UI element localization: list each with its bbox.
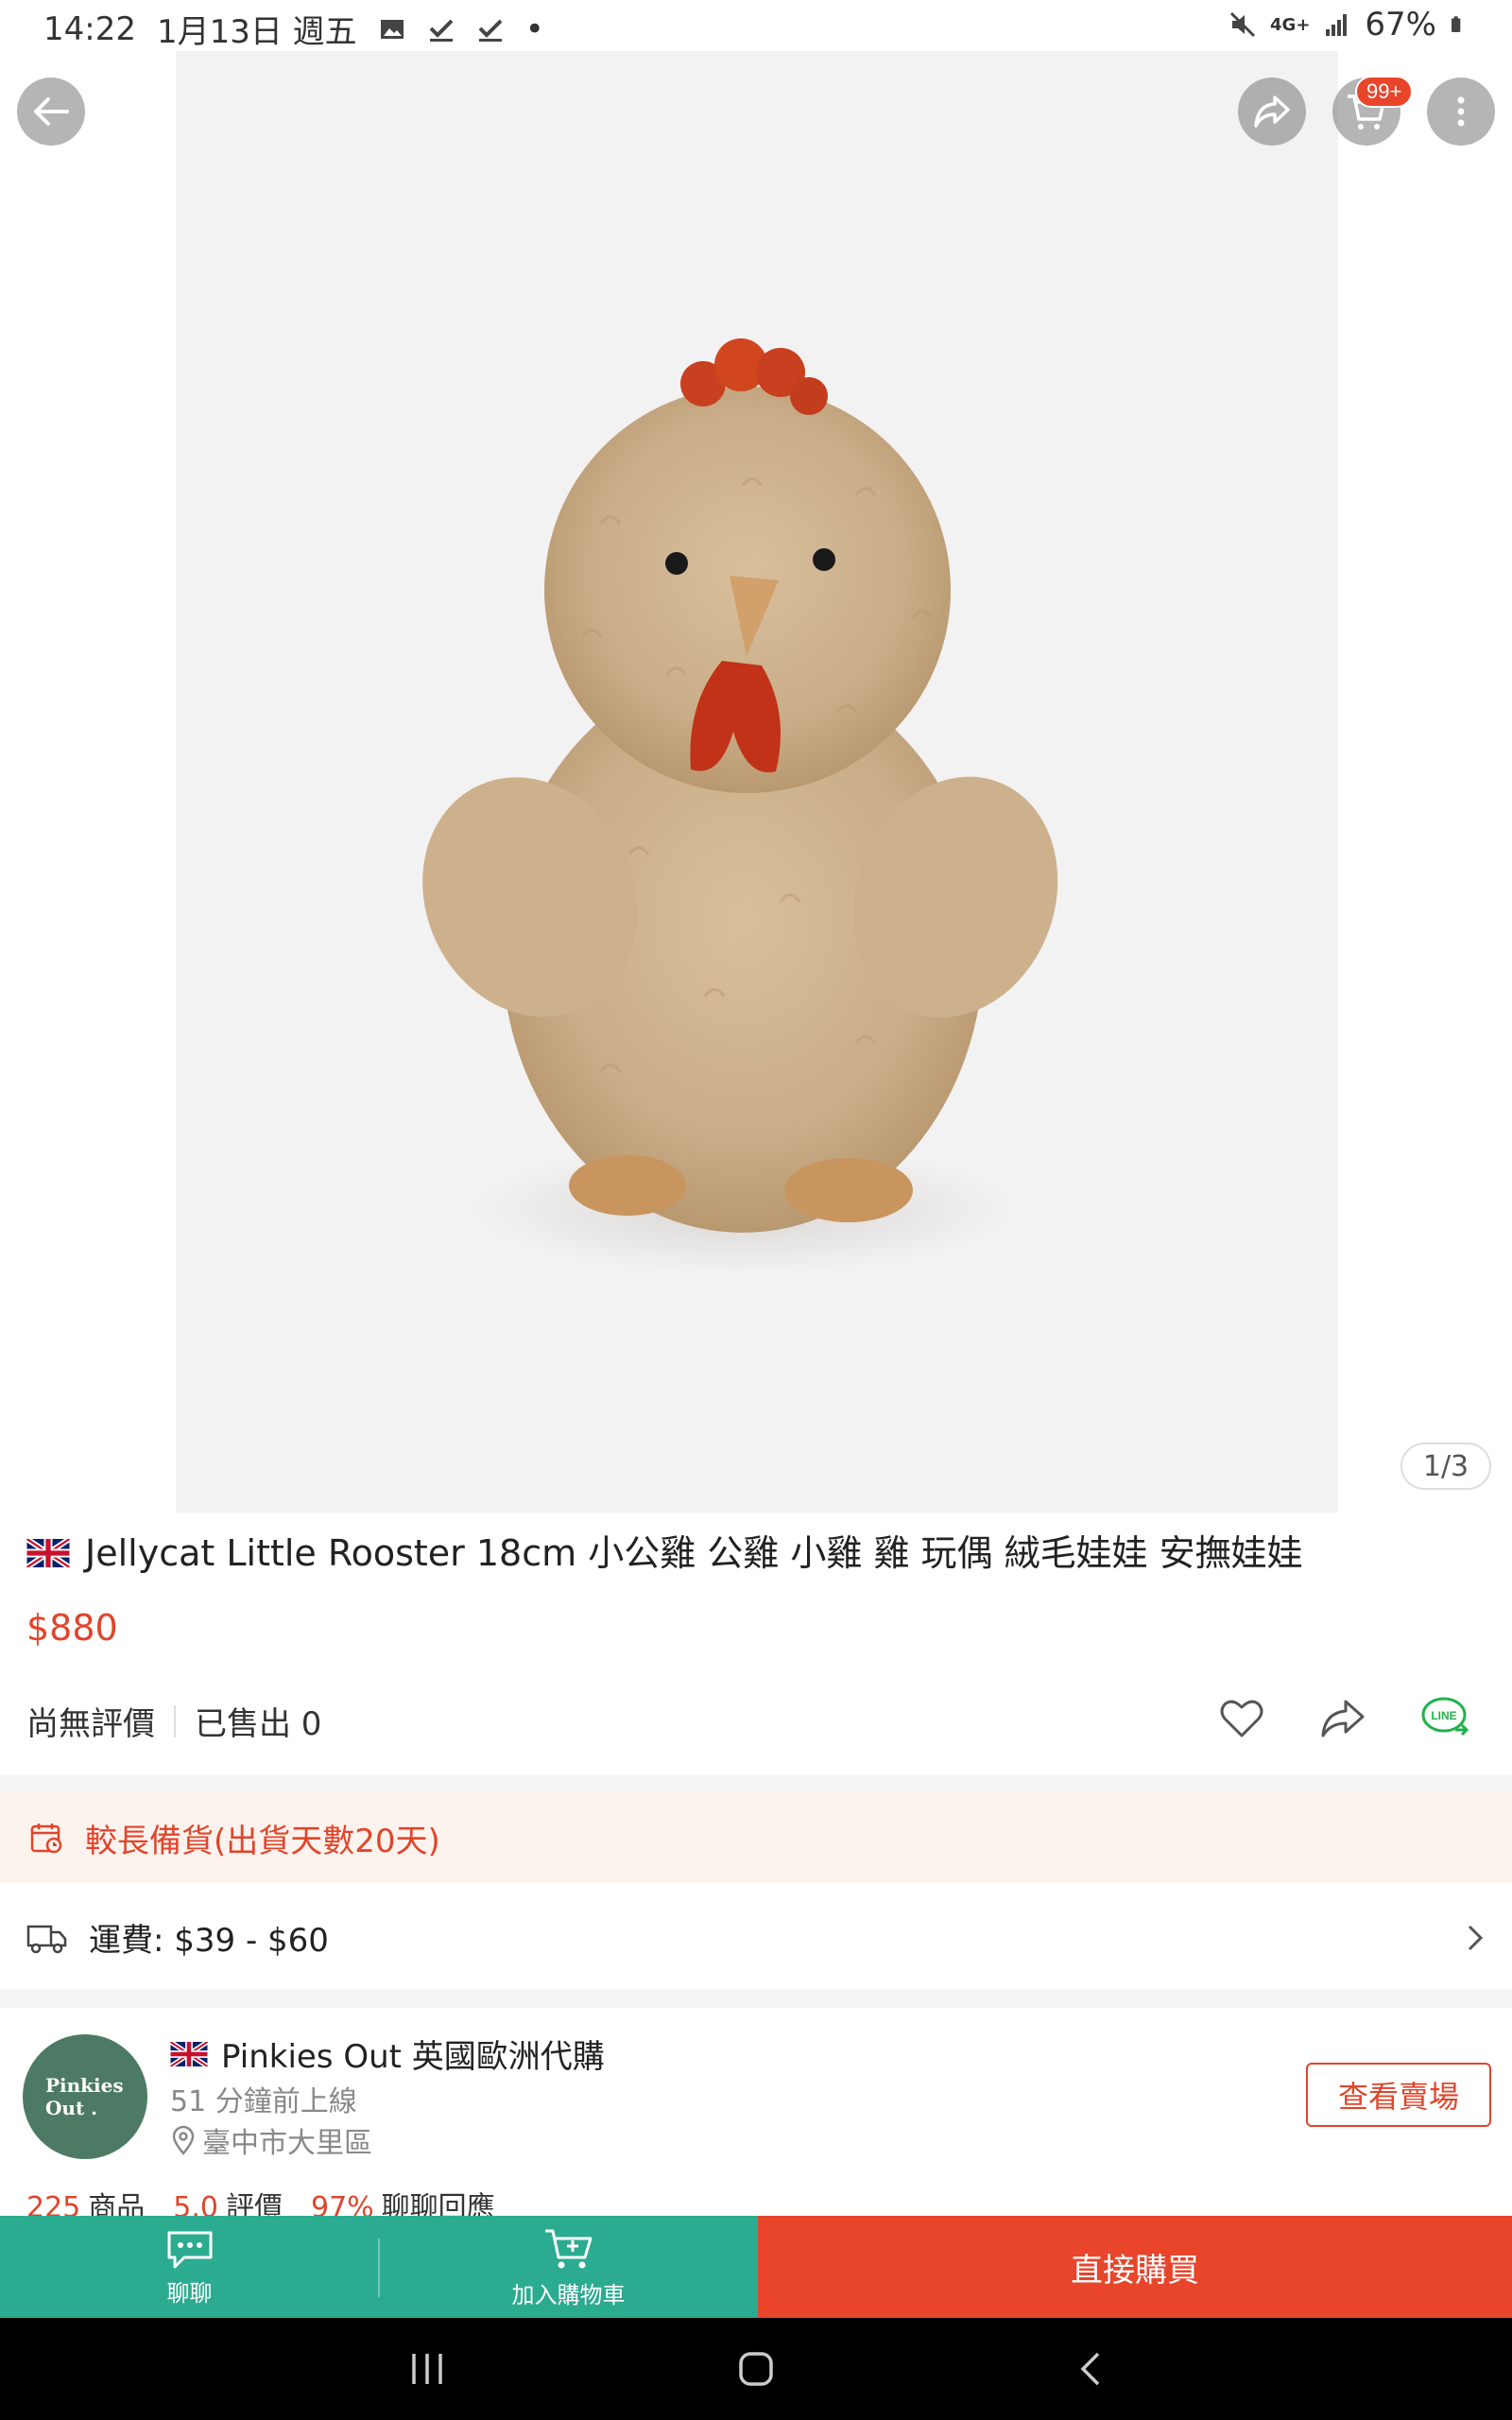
buy-now-button[interactable]: 直接購買	[758, 2216, 1512, 2318]
share-arrow-icon	[1254, 95, 1290, 128]
chat-bubble-icon	[167, 2231, 212, 2268]
share-icon[interactable]	[1317, 1694, 1368, 1743]
shop-logo-text: Pinkies	[45, 2074, 124, 2097]
status-time: 14:22	[43, 9, 136, 48]
line-share-icon[interactable]: LINE	[1419, 1694, 1474, 1743]
gallery-notification-icon	[380, 19, 404, 39]
shop-location-row: 臺中市大里區	[170, 2119, 372, 2161]
cart-count-badge: 99+	[1355, 76, 1414, 108]
bottom-bar-divider	[378, 2238, 380, 2297]
uk-flag-icon	[26, 1539, 70, 1567]
product-title: Jellycat Little Rooster 18cm 小公雞 公雞 小雞 雞…	[85, 1532, 1303, 1574]
share-button[interactable]	[1238, 78, 1306, 146]
add-to-cart-label: 加入購物車	[511, 2281, 626, 2308]
shop-logo[interactable]: Pinkies Out .	[23, 2034, 147, 2159]
status-bar: 14:22 1月13日 週五 • 4G+ 67%	[0, 0, 1512, 51]
rating-text[interactable]: 尚無評價	[26, 1698, 155, 1744]
truck-icon	[26, 1925, 67, 1954]
back-button[interactable]	[17, 78, 85, 146]
rooster-plush-illustration	[422, 338, 1058, 1275]
section-divider	[0, 1775, 1512, 1792]
chat-button[interactable]: 聊聊	[0, 2216, 379, 2318]
more-notifications-dot: •	[524, 9, 544, 48]
meta-divider	[174, 1704, 176, 1737]
chevron-right-icon	[1468, 1925, 1484, 1951]
system-nav-bar	[0, 2318, 1512, 2420]
svg-text:LINE: LINE	[1431, 1709, 1456, 1722]
image-page-counter: 1/3	[1400, 1443, 1491, 1490]
shop-last-online: 51 分鐘前上線	[170, 2085, 357, 2118]
product-image[interactable]	[176, 51, 1338, 1512]
arrow-left-icon	[34, 97, 69, 126]
shop-name: Pinkies Out 英國歐洲代購	[221, 2038, 605, 2076]
battery-percent: 67%	[1365, 6, 1436, 43]
home-icon[interactable]	[735, 2346, 777, 2392]
view-shop-button[interactable]: 查看賣場	[1306, 2063, 1491, 2127]
shipping-fee: 運費: $39 - $60	[89, 1921, 329, 1960]
location-pin-icon	[172, 2125, 195, 2155]
signal-icon	[1326, 14, 1348, 36]
product-title-row: Jellycat Little Rooster 18cm 小公雞 公雞 小雞 雞…	[26, 1528, 1482, 1579]
check-notification-icon	[478, 19, 503, 42]
bottom-action-bar: 聊聊 加入購物車 直接購買	[0, 2216, 1512, 2318]
more-vertical-icon	[1457, 96, 1465, 127]
heart-icon[interactable]	[1217, 1694, 1266, 1743]
product-gallery[interactable]: 99+ 1/3	[0, 51, 1512, 1512]
battery-icon	[1452, 16, 1461, 32]
shop-logo-text: Out .	[45, 2097, 98, 2119]
check-notification-icon	[429, 19, 454, 42]
add-to-cart-icon	[544, 2229, 592, 2268]
section-divider	[0, 1989, 1512, 2008]
network-type: 4G+	[1270, 14, 1311, 35]
shop-card: Pinkies Out . Pinkies Out 英國歐洲代購 51 分鐘前上…	[0, 2008, 1512, 2224]
sold-count: 已售出 0	[195, 1705, 322, 1743]
back-nav-icon[interactable]	[1072, 2346, 1113, 2392]
recent-apps-icon[interactable]	[406, 2346, 448, 2392]
chat-label: 聊聊	[166, 2279, 213, 2307]
shop-location: 臺中市大里區	[202, 2127, 372, 2160]
preorder-notice-text: 較長備貨(出貨天數20天)	[85, 1822, 440, 1860]
mute-icon	[1229, 11, 1256, 38]
product-meta: 尚無評價 已售出 0	[26, 1698, 321, 1744]
status-date: 1月13日 週五	[156, 13, 357, 51]
more-options-button[interactable]	[1427, 78, 1495, 146]
bottom-bar-secondary: 聊聊 加入購物車	[0, 2216, 758, 2318]
calendar-clock-icon	[30, 1824, 62, 1854]
shipping-row[interactable]: 運費: $39 - $60	[0, 1885, 1512, 1989]
uk-flag-icon	[170, 2041, 208, 2066]
product-actions: LINE	[1217, 1694, 1474, 1743]
preorder-notice: 較長備貨(出貨天數20天)	[0, 1792, 1512, 1883]
add-to-cart-button[interactable]: 加入購物車	[379, 2216, 758, 2318]
product-price: $880	[26, 1607, 118, 1649]
shop-name-row[interactable]: Pinkies Out 英國歐洲代購	[170, 2031, 605, 2077]
